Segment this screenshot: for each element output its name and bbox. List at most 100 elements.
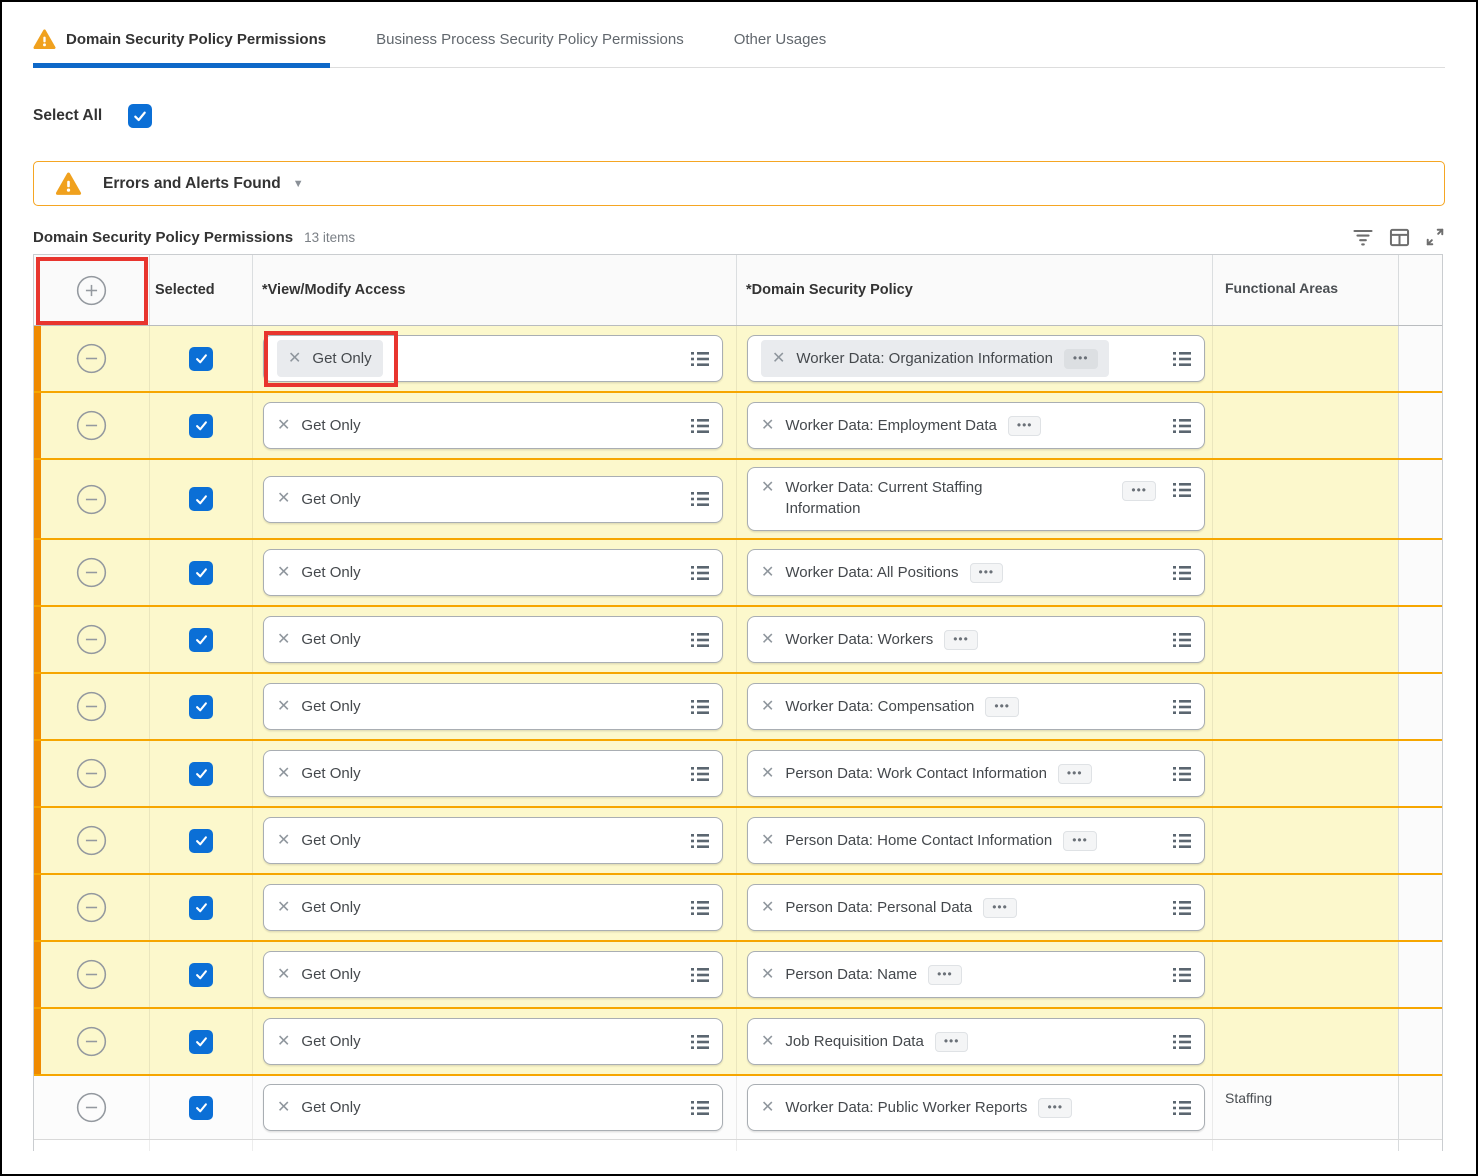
view-modify-access-field[interactable]: ✕ Get Only: [263, 750, 723, 797]
list-prompt-icon[interactable]: [689, 489, 711, 509]
remove-tag-icon[interactable]: ✕: [761, 480, 774, 496]
row-checkbox[interactable]: [189, 347, 213, 371]
view-modify-access-field[interactable]: ✕ Get Only: [263, 549, 723, 596]
chevron-down-icon[interactable]: ▼: [293, 178, 304, 190]
view-modify-access-field[interactable]: ✕ Get Only: [263, 1084, 723, 1131]
view-modify-access-field[interactable]: ✕ Get Only: [263, 817, 723, 864]
minus-circle-icon[interactable]: [76, 758, 107, 789]
remove-tag-icon[interactable]: ✕: [761, 833, 774, 849]
domain-security-policy-field[interactable]: ✕ Person Data: Home Contact Information …: [747, 817, 1205, 864]
list-prompt-icon[interactable]: [689, 349, 711, 369]
minus-circle-icon[interactable]: [76, 959, 107, 990]
remove-tag-icon[interactable]: ✕: [761, 900, 774, 916]
remove-tag-icon[interactable]: ✕: [277, 418, 290, 434]
plus-circle-icon[interactable]: [76, 275, 107, 306]
minus-circle-icon[interactable]: [76, 484, 107, 515]
related-actions-button[interactable]: •••: [944, 630, 978, 650]
domain-security-policy-field[interactable]: ✕ Worker Data: Current Staffing Informat…: [747, 467, 1205, 531]
view-modify-access-field[interactable]: ✕ Get Only: [263, 335, 723, 382]
list-prompt-icon[interactable]: [1171, 416, 1193, 436]
view-modify-access-field[interactable]: ✕ Get Only: [263, 476, 723, 523]
remove-tag-icon[interactable]: ✕: [761, 967, 774, 983]
list-prompt-icon[interactable]: [1171, 563, 1193, 583]
list-prompt-icon[interactable]: [689, 965, 711, 985]
related-actions-button[interactable]: •••: [1063, 831, 1097, 851]
list-prompt-icon[interactable]: [689, 898, 711, 918]
expand-button[interactable]: [1425, 227, 1445, 247]
domain-security-policy-field[interactable]: ✕ Worker Data: Public Worker Reports •••: [747, 1084, 1205, 1131]
related-actions-button[interactable]: •••: [935, 1032, 969, 1052]
list-prompt-icon[interactable]: [1171, 965, 1193, 985]
related-actions-button[interactable]: •••: [983, 898, 1017, 918]
row-checkbox[interactable]: [189, 963, 213, 987]
list-prompt-icon[interactable]: [1171, 630, 1193, 650]
list-prompt-icon[interactable]: [689, 416, 711, 436]
list-prompt-icon[interactable]: [1171, 898, 1193, 918]
remove-tag-icon[interactable]: ✕: [761, 766, 774, 782]
minus-circle-icon[interactable]: [76, 691, 107, 722]
related-actions-button[interactable]: •••: [970, 563, 1004, 583]
related-actions-button[interactable]: •••: [1064, 349, 1098, 369]
list-prompt-icon[interactable]: [1171, 480, 1193, 500]
remove-tag-icon[interactable]: ✕: [761, 699, 774, 715]
row-checkbox[interactable]: [189, 1096, 213, 1120]
row-checkbox[interactable]: [189, 1030, 213, 1054]
list-prompt-icon[interactable]: [1171, 1098, 1193, 1118]
list-prompt-icon[interactable]: [1171, 831, 1193, 851]
errors-and-alerts-banner[interactable]: Errors and Alerts Found ▼: [33, 161, 1445, 206]
remove-tag-icon[interactable]: ✕: [277, 699, 290, 715]
view-modify-access-field[interactable]: ✕ Get Only: [263, 683, 723, 730]
list-prompt-icon[interactable]: [689, 1098, 711, 1118]
select-all-checkbox[interactable]: [128, 104, 152, 128]
remove-tag-icon[interactable]: ✕: [761, 632, 774, 648]
remove-tag-icon[interactable]: ✕: [772, 351, 785, 367]
remove-tag-icon[interactable]: ✕: [277, 766, 290, 782]
domain-security-policy-field[interactable]: ✕ Worker Data: All Positions •••: [747, 549, 1205, 596]
domain-security-policy-field[interactable]: ✕ Job Requisition Data •••: [747, 1018, 1205, 1065]
related-actions-button[interactable]: •••: [1038, 1098, 1072, 1118]
tab-other-usages[interactable]: Other Usages: [734, 29, 827, 67]
domain-security-policy-field[interactable]: ✕ Worker Data: Employment Data •••: [747, 402, 1205, 449]
list-prompt-icon[interactable]: [689, 1032, 711, 1052]
related-actions-button[interactable]: •••: [985, 697, 1019, 717]
list-prompt-icon[interactable]: [1171, 1032, 1193, 1052]
list-prompt-icon[interactable]: [689, 831, 711, 851]
row-checkbox[interactable]: [189, 487, 213, 511]
list-prompt-icon[interactable]: [1171, 697, 1193, 717]
row-checkbox[interactable]: [189, 762, 213, 786]
domain-security-policy-field[interactable]: ✕ Worker Data: Compensation •••: [747, 683, 1205, 730]
remove-tag-icon[interactable]: ✕: [761, 565, 774, 581]
remove-tag-icon[interactable]: ✕: [277, 967, 290, 983]
minus-circle-icon[interactable]: [76, 892, 107, 923]
remove-tag-icon[interactable]: ✕: [288, 351, 301, 367]
view-modify-access-field[interactable]: ✕ Get Only: [263, 951, 723, 998]
row-checkbox[interactable]: [189, 628, 213, 652]
list-prompt-icon[interactable]: [689, 563, 711, 583]
tab-business-process-security-policy-permissions[interactable]: Business Process Security Policy Permiss…: [376, 29, 684, 67]
minus-circle-icon[interactable]: [76, 1026, 107, 1057]
view-modify-access-field[interactable]: ✕ Get Only: [263, 616, 723, 663]
minus-circle-icon[interactable]: [76, 624, 107, 655]
remove-tag-icon[interactable]: ✕: [277, 900, 290, 916]
list-prompt-icon[interactable]: [1171, 349, 1193, 369]
row-checkbox[interactable]: [189, 829, 213, 853]
related-actions-button[interactable]: •••: [1122, 481, 1156, 501]
view-modify-access-field[interactable]: ✕ Get Only: [263, 1018, 723, 1065]
row-checkbox[interactable]: [189, 896, 213, 920]
list-prompt-icon[interactable]: [689, 697, 711, 717]
minus-circle-icon[interactable]: [76, 1092, 107, 1123]
remove-tag-icon[interactable]: ✕: [277, 833, 290, 849]
domain-security-policy-field[interactable]: ✕ Person Data: Personal Data •••: [747, 884, 1205, 931]
minus-circle-icon[interactable]: [76, 343, 107, 374]
column-settings-button[interactable]: [1389, 228, 1410, 247]
related-actions-button[interactable]: •••: [1008, 416, 1042, 436]
minus-circle-icon[interactable]: [76, 825, 107, 856]
list-prompt-icon[interactable]: [689, 630, 711, 650]
minus-circle-icon[interactable]: [76, 410, 107, 441]
domain-security-policy-field[interactable]: ✕ Person Data: Work Contact Information …: [747, 750, 1205, 797]
list-prompt-icon[interactable]: [1171, 764, 1193, 784]
remove-tag-icon[interactable]: ✕: [277, 1100, 290, 1116]
row-checkbox[interactable]: [189, 414, 213, 438]
view-modify-access-field[interactable]: ✕ Get Only: [263, 884, 723, 931]
filter-button[interactable]: [1352, 228, 1374, 246]
